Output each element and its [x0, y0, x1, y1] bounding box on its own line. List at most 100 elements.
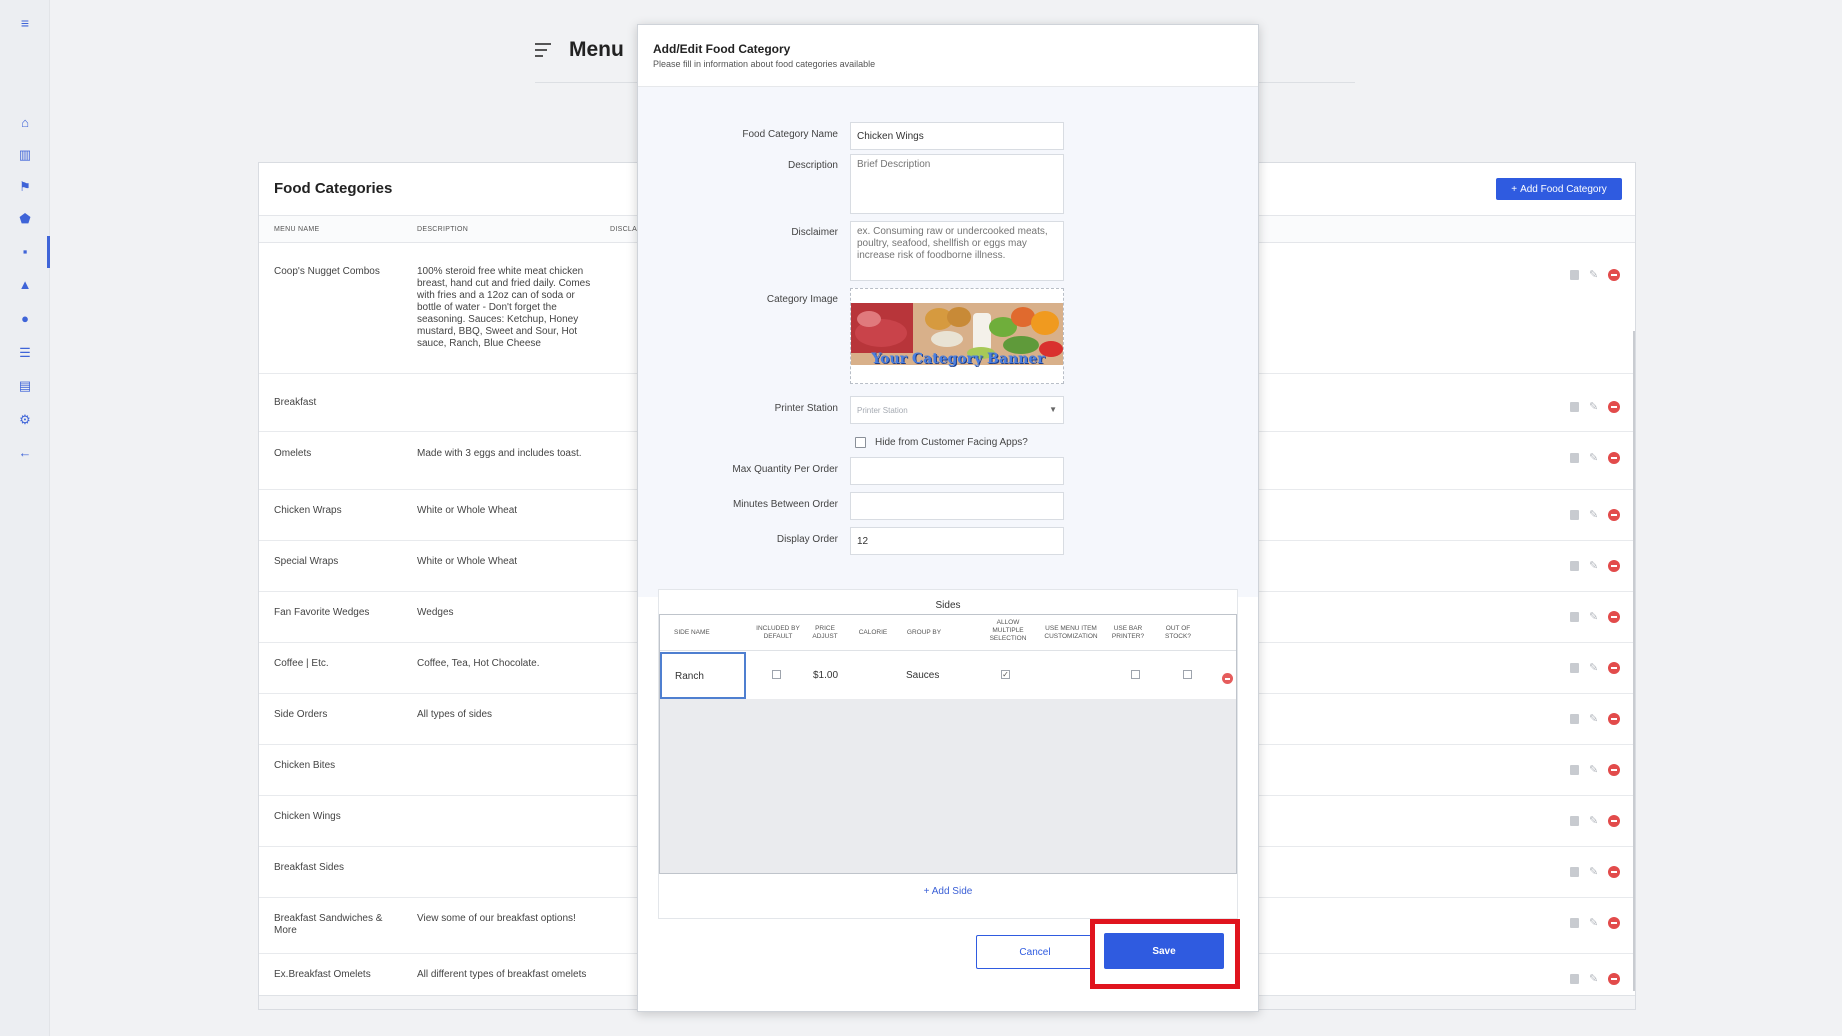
trash-icon[interactable]: [1570, 918, 1579, 928]
delete-icon[interactable]: [1608, 764, 1621, 776]
col-group-by: GROUP BY: [906, 629, 942, 636]
price-adjust-value[interactable]: $1.00: [813, 670, 838, 681]
edit-icon[interactable]: ✎: [1589, 974, 1598, 985]
row-description: View some of our breakfast options!: [417, 913, 576, 924]
add-food-category-button[interactable]: + Add Food Category: [1496, 178, 1622, 200]
row-description: White or Whole Wheat: [417, 505, 518, 516]
add-side-button[interactable]: + Add Side: [659, 886, 1237, 897]
description-textarea[interactable]: [850, 154, 1064, 214]
tag-icon[interactable]: ⬟: [16, 210, 34, 228]
chef-icon[interactable]: ▲: [16, 276, 34, 294]
menu-icon[interactable]: ≡: [16, 14, 34, 32]
active-indicator: [47, 236, 50, 268]
trash-icon[interactable]: [1570, 510, 1579, 520]
row-name: Side Orders: [274, 709, 328, 720]
minutes-between-input[interactable]: [850, 492, 1064, 520]
edit-icon[interactable]: ✎: [1589, 663, 1598, 674]
trash-icon[interactable]: [1570, 561, 1579, 571]
row-actions: ✎: [1570, 713, 1621, 725]
category-image-upload[interactable]: Your Category Banner: [850, 288, 1064, 384]
add-edit-food-category-modal: Add/Edit Food Category Please fill in in…: [637, 24, 1259, 1012]
edit-icon[interactable]: ✎: [1589, 453, 1598, 464]
scrollbar[interactable]: [1633, 331, 1635, 991]
delete-icon[interactable]: [1608, 611, 1621, 623]
remove-side-icon[interactable]: [1222, 673, 1233, 684]
allow-multiple-checkbox[interactable]: ✓: [1001, 670, 1010, 679]
delete-icon[interactable]: [1608, 815, 1621, 827]
edit-icon[interactable]: ✎: [1589, 270, 1598, 281]
chart-icon[interactable]: ▥: [16, 146, 34, 164]
row-description: Made with 3 eggs and includes toast.: [417, 448, 582, 459]
trash-icon[interactable]: [1570, 816, 1579, 826]
left-rail: ≡ ⌂ ▥ ⚑ ⬟ ▪ ▲ ● ☰ ▤ ⚙ ←: [0, 0, 50, 1036]
gear-icon[interactable]: ⚙: [16, 411, 34, 429]
plus-icon: +: [1511, 183, 1518, 195]
max-quantity-input[interactable]: [850, 457, 1064, 485]
trash-icon[interactable]: [1570, 765, 1579, 775]
printer-station-select[interactable]: Printer Station ▼: [850, 396, 1064, 424]
delete-icon[interactable]: [1608, 401, 1621, 413]
row-description: Wedges: [417, 607, 454, 618]
col-disclaimer: DISCLA: [610, 226, 638, 233]
delete-icon[interactable]: [1608, 452, 1621, 464]
cancel-button[interactable]: Cancel: [976, 935, 1094, 969]
delete-icon[interactable]: [1608, 713, 1621, 725]
flag-icon[interactable]: ⚑: [16, 178, 34, 196]
label-max-quantity: Max Quantity Per Order: [732, 464, 838, 475]
edit-icon[interactable]: ✎: [1589, 612, 1598, 623]
delete-icon[interactable]: [1608, 560, 1621, 572]
save-button[interactable]: Save: [1104, 933, 1224, 969]
edit-icon[interactable]: ✎: [1589, 510, 1598, 521]
delete-icon[interactable]: [1608, 866, 1621, 878]
row-actions: ✎: [1570, 917, 1621, 929]
col-calorie: CALORIE: [858, 629, 888, 636]
plus-icon: +: [923, 886, 932, 897]
out-of-stock-checkbox[interactable]: [1183, 670, 1192, 679]
edit-icon[interactable]: ✎: [1589, 765, 1598, 776]
card-title: Food Categories: [274, 180, 393, 197]
edit-icon[interactable]: ✎: [1589, 816, 1598, 827]
disclaimer-textarea[interactable]: [850, 221, 1064, 281]
menu-list-icon[interactable]: ▪: [16, 243, 34, 261]
trash-icon[interactable]: [1570, 663, 1579, 673]
modal-header: Add/Edit Food Category Please fill in in…: [638, 25, 1258, 87]
edit-icon[interactable]: ✎: [1589, 561, 1598, 572]
row-actions: ✎: [1570, 269, 1621, 281]
label-minutes-between: Minutes Between Order: [732, 499, 838, 510]
trash-icon[interactable]: [1570, 867, 1579, 877]
delete-icon[interactable]: [1608, 973, 1621, 985]
display-order-input[interactable]: [850, 527, 1064, 555]
group-by-value[interactable]: Sauces: [906, 670, 939, 681]
user-icon[interactable]: ●: [16, 310, 34, 328]
edit-icon[interactable]: ✎: [1589, 918, 1598, 929]
included-by-default-checkbox[interactable]: [772, 670, 781, 679]
trash-icon[interactable]: [1570, 270, 1579, 280]
reports-icon[interactable]: ☰: [16, 344, 34, 362]
delete-icon[interactable]: [1608, 269, 1621, 281]
label-disclaimer: Disclaimer: [791, 227, 838, 238]
trash-icon[interactable]: [1570, 714, 1579, 724]
side-name-field[interactable]: Ranch: [660, 652, 746, 699]
modal-title: Add/Edit Food Category: [653, 42, 791, 56]
hamburger-icon[interactable]: [535, 43, 553, 57]
trash-icon[interactable]: [1570, 974, 1579, 984]
back-arrow-icon[interactable]: ←: [16, 444, 34, 462]
row-actions: ✎: [1570, 662, 1621, 674]
hide-from-customer-checkbox[interactable]: [855, 437, 866, 448]
col-included-default: INCLUDED BY DEFAULT: [756, 625, 800, 640]
hide-from-customer-label: Hide from Customer Facing Apps?: [875, 437, 1028, 448]
trash-icon[interactable]: [1570, 402, 1579, 412]
delete-icon[interactable]: [1608, 917, 1621, 929]
trash-icon[interactable]: [1570, 453, 1579, 463]
home-icon[interactable]: ⌂: [16, 114, 34, 132]
delete-icon[interactable]: [1608, 662, 1621, 674]
edit-icon[interactable]: ✎: [1589, 714, 1598, 725]
edit-icon[interactable]: ✎: [1589, 867, 1598, 878]
delete-icon[interactable]: [1608, 509, 1621, 521]
list-icon[interactable]: ▤: [16, 377, 34, 395]
row-description: White or Whole Wheat: [417, 556, 518, 567]
trash-icon[interactable]: [1570, 612, 1579, 622]
edit-icon[interactable]: ✎: [1589, 402, 1598, 413]
food-category-name-input[interactable]: [850, 122, 1064, 150]
use-bar-printer-checkbox[interactable]: [1131, 670, 1140, 679]
